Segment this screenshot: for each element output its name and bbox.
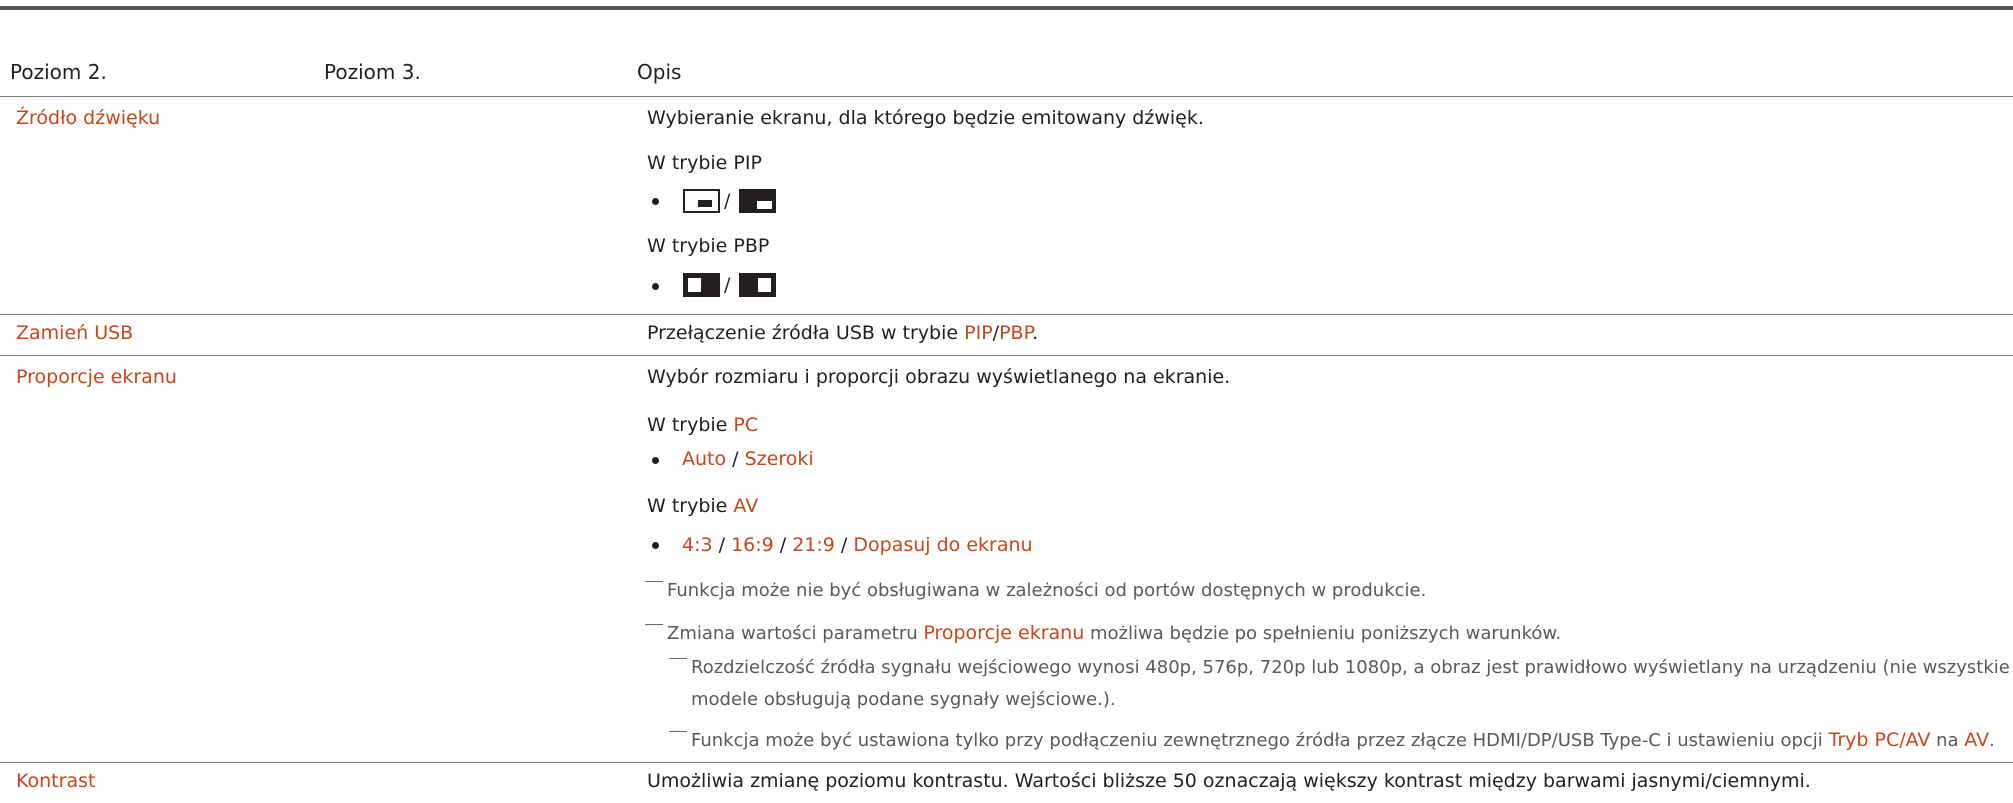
note-ports: Funkcja może nie być obsługiwana w zależ…: [645, 578, 1426, 604]
note-term: Proporcje ekranu: [923, 622, 1085, 644]
pip-top-left-icon: [739, 189, 776, 213]
header-level2: Poziom 2.: [10, 60, 107, 84]
option-separator: /: [773, 534, 793, 556]
row-name-zrodlo-dzwieku: Źródło dźwięku: [16, 107, 161, 129]
kontrast-description: Umożliwia zmianę poziomu kontrastu. Wart…: [647, 770, 1811, 792]
period: .: [1032, 322, 1039, 344]
note-text: Funkcja może być ustawiona tylko przy po…: [691, 730, 1829, 751]
option-separator: /: [834, 534, 854, 556]
note-dash: [645, 581, 663, 582]
proporcje-av-options: 4:3 / 16:9 / 21:9 / Dopasuj do ekranu: [682, 532, 1033, 558]
option-4-3: 4:3: [682, 534, 713, 556]
row-divider: [0, 355, 2013, 356]
proporcje-description: Wybór rozmiaru i proporcji obrazu wyświe…: [647, 366, 1231, 388]
row-name-proporcje-ekranu: Proporcje ekranu: [16, 366, 177, 388]
bullet: [652, 198, 659, 205]
subnote-resolution-line2: modele obsługują podane sygnały wejściow…: [691, 689, 1116, 710]
option-16-9: 16:9: [731, 534, 774, 556]
usb-description: Przełączenie źródła USB w trybie PIP/PBP…: [647, 320, 1038, 346]
term-pc: PC: [733, 414, 759, 436]
proporcje-mode-av: W trybie AV: [647, 493, 758, 519]
pbp-right-icon: [739, 273, 776, 297]
pip-bottom-right-icon: [683, 189, 720, 213]
option-21-9: 21:9: [792, 534, 835, 556]
bullet: [652, 457, 659, 464]
icon-separator: /: [724, 190, 731, 212]
top-rule: [0, 6, 2013, 10]
pbp-left-icon: [683, 273, 720, 297]
term-av: AV: [1964, 729, 1990, 751]
option-dopasuj: Dopasuj do ekranu: [853, 534, 1033, 556]
mode-prefix: W trybie: [647, 495, 734, 517]
note-dash: [669, 658, 687, 659]
subnote-resolution: Rozdzielczość źródła sygnału wejściowego…: [669, 655, 2010, 681]
row-divider: [0, 314, 2013, 315]
note-text: Rozdzielczość źródła sygnału wejściowego…: [691, 657, 2010, 678]
note-text: Funkcja może nie być obsługiwana w zależ…: [667, 580, 1427, 601]
note-conditions: Zmiana wartości parametru Proporcje ekra…: [645, 620, 1561, 647]
proporcje-mode-pc: W trybie PC: [647, 412, 758, 438]
row-name-zamien-usb: Zamień USB: [16, 322, 134, 344]
note-dash: [669, 731, 687, 732]
header-level3: Poziom 3.: [324, 60, 421, 84]
term-tryb-pc-av: Tryb PC/AV: [1828, 729, 1931, 751]
icon-separator: /: [724, 274, 731, 296]
note-text: możliwa będzie po spełnieniu poniższych …: [1084, 623, 1562, 644]
option-auto: Auto: [682, 448, 727, 470]
option-separator: /: [726, 448, 745, 470]
note-dash: [645, 624, 663, 625]
row-divider: [0, 762, 2013, 763]
option-separator: /: [712, 534, 732, 556]
term-pbp: PBP: [999, 322, 1033, 344]
note-text: .: [1989, 730, 1995, 751]
zrodlo-mode-pbp: W trybie PBP: [647, 235, 770, 257]
mode-prefix: W trybie: [647, 414, 734, 436]
header-divider: [0, 96, 2013, 97]
bullet: [652, 283, 659, 290]
proporcje-pc-options: Auto / Szeroki: [682, 446, 814, 472]
bullet: [652, 542, 659, 549]
term-av: AV: [733, 495, 759, 517]
zrodlo-mode-pip: W trybie PIP: [647, 152, 762, 174]
option-szeroki: Szeroki: [744, 448, 814, 470]
row-name-kontrast: Kontrast: [16, 770, 96, 792]
usb-desc-text: Przełączenie źródła USB w trybie: [647, 322, 965, 344]
subnote-connection: Funkcja może być ustawiona tylko przy po…: [669, 727, 1995, 754]
header-description: Opis: [637, 60, 682, 84]
note-text: Zmiana wartości parametru: [667, 623, 924, 644]
term-pip: PIP: [964, 322, 993, 344]
zrodlo-description: Wybieranie ekranu, dla którego będzie em…: [647, 107, 1204, 129]
note-text: na: [1930, 730, 1965, 751]
